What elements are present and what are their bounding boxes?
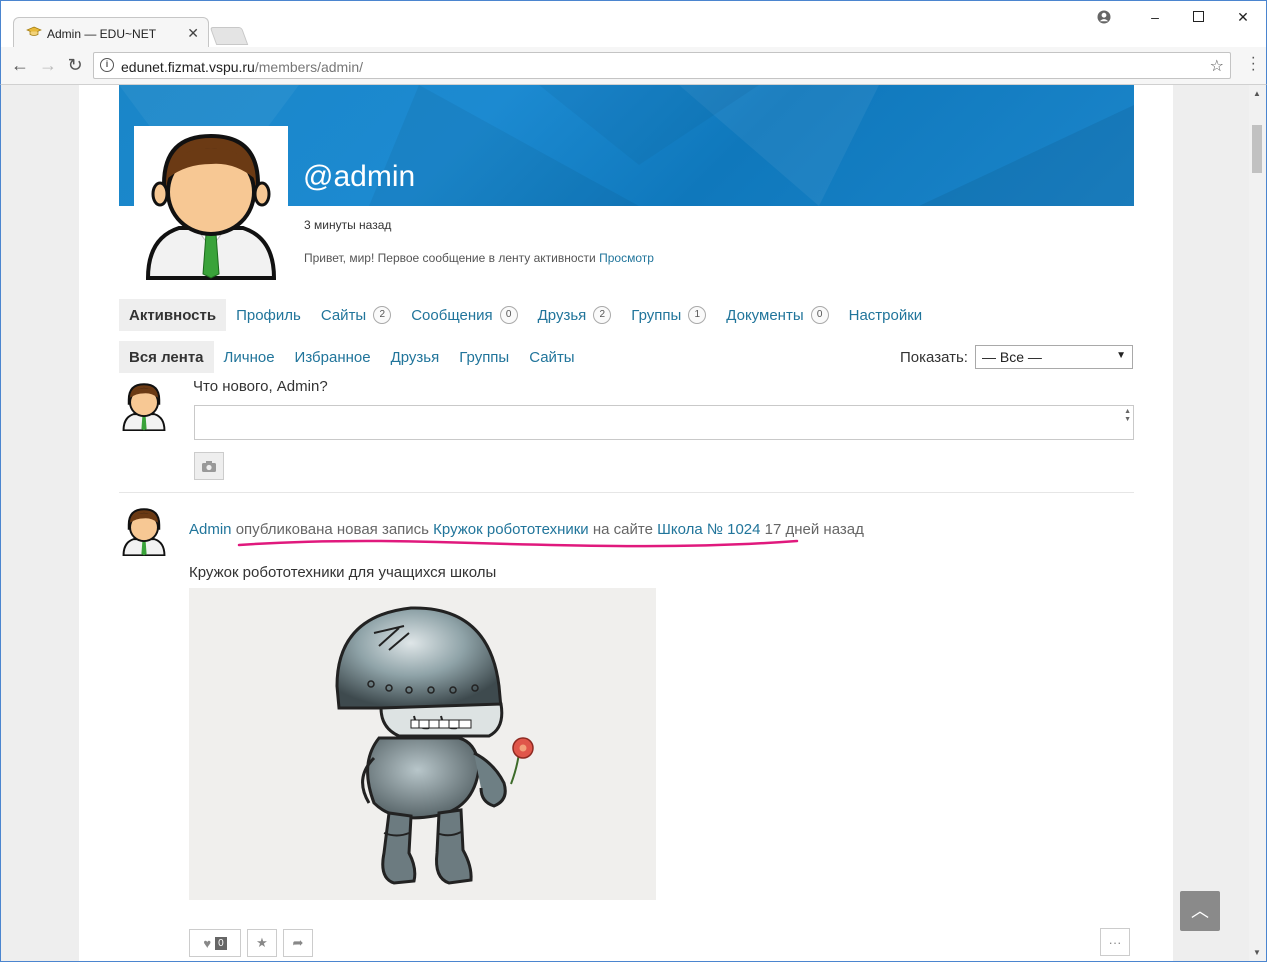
new-tab-button[interactable] [209,27,249,45]
nav-messages[interactable]: Сообщения 0 [401,299,527,331]
view-update-link[interactable]: Просмотр [599,251,654,265]
subnav-all[interactable]: Вся лента [119,341,214,373]
site-info-icon[interactable]: i [100,58,114,72]
activity-subnav: Вся лента Личное Избранное Друзья Группы… [119,341,585,373]
more-options-button[interactable]: ··· [1100,928,1130,956]
account-icon[interactable] [1094,7,1114,27]
post-link[interactable]: Кружок робототехники [433,521,589,538]
chevron-up-icon: ︿ [1191,901,1209,921]
activity-avatar[interactable] [119,506,169,557]
camera-icon[interactable] [194,452,224,480]
annotation-underline [237,539,799,548]
documents-count: 0 [810,306,829,324]
back-icon[interactable]: ← [9,54,31,76]
address-bar[interactable]: i edunet.fizmat.vspu.ru/members/admin/ ☆ [93,52,1231,79]
form-avatar[interactable] [119,381,169,432]
minimize-icon[interactable]: – [1145,7,1165,27]
ellipsis-icon: ··· [1108,934,1122,950]
back-to-top-button[interactable]: ︿ [1180,891,1220,931]
nav-activity[interactable]: Активность [119,299,227,331]
avatar-image [122,383,166,432]
close-tab-icon[interactable]: ✕ [187,25,199,42]
browser-titlebar: Admin — EDU~NET ✕ – ✕ [0,0,1267,48]
scroll-up-icon[interactable]: ▲ [1253,89,1261,98]
activity-header: Admin опубликована новая запись Кружок р… [189,521,864,538]
page-content: @admin 3 минуты назад Привет, мир! Перво… [79,85,1173,961]
chevron-down-icon: ▼ [1116,350,1126,361]
resize-handle-icon[interactable]: ▲ ▼ [1124,408,1131,424]
nav-friends[interactable]: Друзья 2 [528,299,622,331]
messages-count: 0 [499,306,518,324]
groups-count: 1 [688,306,707,324]
share-button[interactable]: ➦ [283,929,313,957]
forward-icon[interactable]: → [37,54,59,76]
activity-excerpt: Кружок робототехники для учащихся школы [189,564,497,581]
subnav-sites[interactable]: Сайты [519,341,584,373]
url-text: edunet.fizmat.vspu.ru/members/admin/ [121,59,364,75]
robot-image [335,606,534,885]
filter-label: Показать: [900,349,968,366]
browser-tab[interactable]: Admin — EDU~NET ✕ [13,17,209,48]
viewport: @admin 3 минуты назад Привет, мир! Перво… [0,85,1267,962]
site-link[interactable]: Школа № 1024 [657,521,760,538]
favorite-button[interactable]: ★ [247,929,277,957]
latest-update: Привет, мир! Первое сообщение в ленту ак… [304,251,654,265]
scroll-down-icon[interactable]: ▼ [1253,948,1261,957]
page-scrollbar[interactable]: ▲ ▼ [1249,85,1266,961]
star-icon: ★ [256,935,268,950]
avatar-image [145,133,277,280]
sites-count: 2 [373,306,392,324]
share-icon: ➦ [292,935,304,950]
reload-icon[interactable]: ↻ [64,54,86,76]
last-active: 3 минуты назад [304,218,392,232]
nav-profile[interactable]: Профиль [226,299,311,331]
profile-avatar[interactable] [134,126,288,280]
maximize-icon[interactable] [1188,7,1208,27]
nav-settings[interactable]: Настройки [839,299,933,331]
activity-user-link[interactable]: Admin [189,521,232,538]
subnav-personal[interactable]: Личное [214,341,285,373]
nav-sites[interactable]: Сайты 2 [311,299,401,331]
like-button[interactable]: ♥ 0 [189,929,241,957]
favorite-count: 0 [215,936,227,950]
nav-documents[interactable]: Документы 0 [716,299,838,331]
tab-title: Admin — EDU~NET [47,27,157,41]
friends-count: 2 [593,306,612,324]
divider [119,492,1134,493]
activity-filter-select[interactable]: — Все — ▼ [975,345,1133,369]
subnav-favorites[interactable]: Избранное [285,341,381,373]
avatar-image [122,508,166,557]
robot-illustration[interactable] [189,588,656,900]
close-window-icon[interactable]: ✕ [1233,7,1253,27]
subnav-groups[interactable]: Группы [449,341,519,373]
profile-nav: Активность Профиль Сайты 2 Сообщения 0 Дру… [119,299,932,331]
whats-new-prompt: Что нового, Admin? [193,378,328,395]
scrollbar-thumb[interactable] [1252,125,1262,173]
browser-toolbar: ← → ↻ i edunet.fizmat.vspu.ru/members/ad… [0,47,1267,85]
profile-username: @admin [303,160,416,193]
heart-icon: ♥ [203,935,212,951]
browser-menu-icon[interactable]: · · · [1251,50,1256,78]
nav-groups[interactable]: Группы 1 [621,299,716,331]
whats-new-textarea[interactable]: ▲ ▼ [194,405,1134,440]
bookmark-star-icon[interactable]: ☆ [1210,56,1224,76]
graduation-cap-icon [26,26,42,36]
subnav-friends[interactable]: Друзья [381,341,450,373]
